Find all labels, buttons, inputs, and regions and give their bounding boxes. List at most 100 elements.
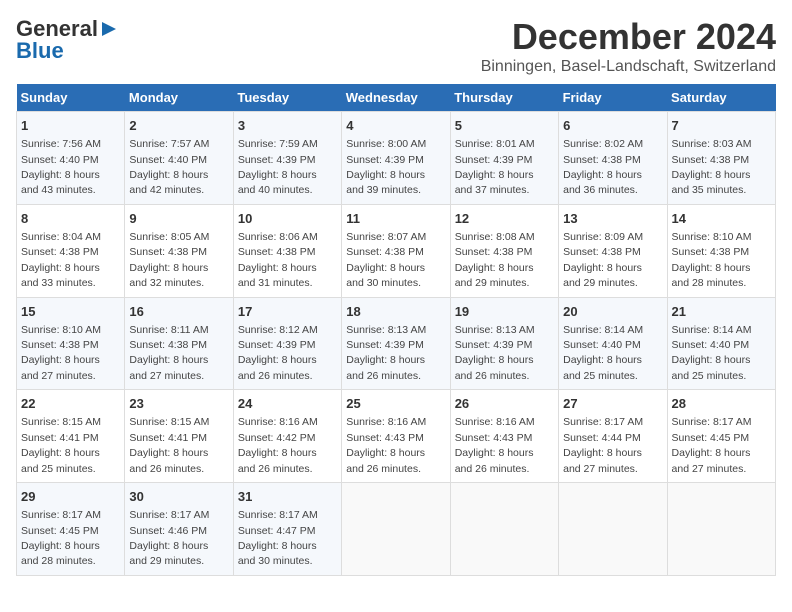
day-number: 26 — [455, 395, 554, 413]
page-title: December 2024 — [481, 16, 776, 58]
day-number: 27 — [563, 395, 662, 413]
day-cell: 5 Sunrise: 8:01 AMSunset: 4:39 PMDaylight… — [450, 112, 558, 205]
day-cell: 30 Sunrise: 8:17 AMSunset: 4:46 PMDayligh… — [125, 483, 233, 576]
day-cell — [342, 483, 450, 576]
day-info: Sunrise: 8:09 AMSunset: 4:38 PMDaylight:… — [563, 231, 643, 289]
logo-icon — [100, 20, 118, 38]
logo: General Blue — [16, 16, 118, 64]
day-number: 9 — [129, 210, 228, 228]
day-number: 29 — [21, 488, 120, 506]
day-cell: 26 Sunrise: 8:16 AMSunset: 4:43 PMDayligh… — [450, 390, 558, 483]
day-cell: 31 Sunrise: 8:17 AMSunset: 4:47 PMDayligh… — [233, 483, 341, 576]
day-number: 1 — [21, 117, 120, 135]
day-cell: 27 Sunrise: 8:17 AMSunset: 4:44 PMDayligh… — [559, 390, 667, 483]
day-number: 19 — [455, 303, 554, 321]
day-info: Sunrise: 8:16 AMSunset: 4:42 PMDaylight:… — [238, 416, 318, 474]
day-info: Sunrise: 8:00 AMSunset: 4:39 PMDaylight:… — [346, 138, 426, 196]
week-row-1: 1Sunrise: 7:56 AMSunset: 4:40 PMDaylight… — [17, 112, 776, 205]
day-info: Sunrise: 8:17 AMSunset: 4:45 PMDaylight:… — [672, 416, 752, 474]
day-info: Sunrise: 8:07 AMSunset: 4:38 PMDaylight:… — [346, 231, 426, 289]
day-cell — [450, 483, 558, 576]
day-cell: 14 Sunrise: 8:10 AMSunset: 4:38 PMDayligh… — [667, 204, 775, 297]
day-info: Sunrise: 8:12 AMSunset: 4:39 PMDaylight:… — [238, 324, 318, 382]
day-info: Sunrise: 8:15 AMSunset: 4:41 PMDaylight:… — [21, 416, 101, 474]
day-info: Sunrise: 8:04 AMSunset: 4:38 PMDaylight:… — [21, 231, 101, 289]
day-number: 23 — [129, 395, 228, 413]
day-cell: 1Sunrise: 7:56 AMSunset: 4:40 PMDaylight… — [17, 112, 125, 205]
page-subtitle: Binningen, Basel-Landschaft, Switzerland — [481, 58, 776, 76]
column-header-saturday: Saturday — [667, 84, 775, 112]
day-cell: 17 Sunrise: 8:12 AMSunset: 4:39 PMDayligh… — [233, 297, 341, 390]
day-number: 21 — [672, 303, 771, 321]
day-number: 15 — [21, 303, 120, 321]
day-number: 16 — [129, 303, 228, 321]
day-cell: 8 Sunrise: 8:04 AMSunset: 4:38 PMDaylight… — [17, 204, 125, 297]
day-number: 12 — [455, 210, 554, 228]
day-number: 8 — [21, 210, 120, 228]
day-info: Sunrise: 8:17 AMSunset: 4:47 PMDaylight:… — [238, 509, 318, 567]
day-info: Sunrise: 8:17 AMSunset: 4:46 PMDaylight:… — [129, 509, 209, 567]
column-header-thursday: Thursday — [450, 84, 558, 112]
day-cell: 13Sunrise: 8:09 AMSunset: 4:38 PMDayligh… — [559, 204, 667, 297]
day-cell: 15 Sunrise: 8:10 AMSunset: 4:38 PMDayligh… — [17, 297, 125, 390]
day-number: 18 — [346, 303, 445, 321]
day-info: Sunrise: 8:16 AMSunset: 4:43 PMDaylight:… — [455, 416, 535, 474]
day-cell: 23 Sunrise: 8:15 AMSunset: 4:41 PMDayligh… — [125, 390, 233, 483]
page-header: General Blue December 2024 Binningen, Ba… — [16, 16, 776, 76]
day-cell: 4 Sunrise: 8:00 AMSunset: 4:39 PMDaylight… — [342, 112, 450, 205]
day-number: 20 — [563, 303, 662, 321]
day-info: Sunrise: 8:17 AMSunset: 4:45 PMDaylight:… — [21, 509, 101, 567]
day-info: Sunrise: 8:10 AMSunset: 4:38 PMDaylight:… — [672, 231, 752, 289]
day-info: Sunrise: 8:14 AMSunset: 4:40 PMDaylight:… — [563, 324, 643, 382]
day-cell: 9 Sunrise: 8:05 AMSunset: 4:38 PMDaylight… — [125, 204, 233, 297]
column-header-friday: Friday — [559, 84, 667, 112]
day-cell: 3Sunrise: 7:59 AMSunset: 4:39 PMDaylight… — [233, 112, 341, 205]
day-cell: 2Sunrise: 7:57 AMSunset: 4:40 PMDaylight… — [125, 112, 233, 205]
day-info: Sunrise: 8:13 AMSunset: 4:39 PMDaylight:… — [346, 324, 426, 382]
day-number: 25 — [346, 395, 445, 413]
week-row-2: 8 Sunrise: 8:04 AMSunset: 4:38 PMDaylight… — [17, 204, 776, 297]
day-number: 30 — [129, 488, 228, 506]
week-row-5: 29 Sunrise: 8:17 AMSunset: 4:45 PMDayligh… — [17, 483, 776, 576]
day-cell: 19Sunrise: 8:13 AMSunset: 4:39 PMDayligh… — [450, 297, 558, 390]
day-number: 4 — [346, 117, 445, 135]
day-cell: 18 Sunrise: 8:13 AMSunset: 4:39 PMDayligh… — [342, 297, 450, 390]
day-number: 31 — [238, 488, 337, 506]
day-info: Sunrise: 8:02 AMSunset: 4:38 PMDaylight:… — [563, 138, 643, 196]
day-number: 22 — [21, 395, 120, 413]
day-number: 5 — [455, 117, 554, 135]
day-info: Sunrise: 8:17 AMSunset: 4:44 PMDaylight:… — [563, 416, 643, 474]
day-number: 24 — [238, 395, 337, 413]
calendar-table: SundayMondayTuesdayWednesdayThursdayFrid… — [16, 84, 776, 576]
day-cell: 6Sunrise: 8:02 AMSunset: 4:38 PMDaylight… — [559, 112, 667, 205]
day-number: 28 — [672, 395, 771, 413]
day-number: 14 — [672, 210, 771, 228]
day-cell: 10Sunrise: 8:06 AMSunset: 4:38 PMDayligh… — [233, 204, 341, 297]
calendar-header-row: SundayMondayTuesdayWednesdayThursdayFrid… — [17, 84, 776, 112]
day-cell: 24 Sunrise: 8:16 AMSunset: 4:42 PMDayligh… — [233, 390, 341, 483]
day-info: Sunrise: 8:16 AMSunset: 4:43 PMDaylight:… — [346, 416, 426, 474]
week-row-3: 15 Sunrise: 8:10 AMSunset: 4:38 PMDayligh… — [17, 297, 776, 390]
day-info: Sunrise: 8:05 AMSunset: 4:38 PMDaylight:… — [129, 231, 209, 289]
day-number: 17 — [238, 303, 337, 321]
day-cell: 12Sunrise: 8:08 AMSunset: 4:38 PMDayligh… — [450, 204, 558, 297]
column-header-wednesday: Wednesday — [342, 84, 450, 112]
day-info: Sunrise: 8:11 AMSunset: 4:38 PMDaylight:… — [129, 324, 208, 382]
column-header-monday: Monday — [125, 84, 233, 112]
day-info: Sunrise: 8:15 AMSunset: 4:41 PMDaylight:… — [129, 416, 209, 474]
day-cell: 28 Sunrise: 8:17 AMSunset: 4:45 PMDayligh… — [667, 390, 775, 483]
day-info: Sunrise: 8:01 AMSunset: 4:39 PMDaylight:… — [455, 138, 535, 196]
column-header-sunday: Sunday — [17, 84, 125, 112]
day-cell: 7Sunrise: 8:03 AMSunset: 4:38 PMDaylight… — [667, 112, 775, 205]
day-cell: 25 Sunrise: 8:16 AMSunset: 4:43 PMDayligh… — [342, 390, 450, 483]
day-cell — [559, 483, 667, 576]
column-header-tuesday: Tuesday — [233, 84, 341, 112]
calendar-body: 1Sunrise: 7:56 AMSunset: 4:40 PMDaylight… — [17, 112, 776, 576]
title-block: December 2024 Binningen, Basel-Landschaf… — [481, 16, 776, 76]
day-number: 3 — [238, 117, 337, 135]
day-info: Sunrise: 8:03 AMSunset: 4:38 PMDaylight:… — [672, 138, 752, 196]
day-info: Sunrise: 8:10 AMSunset: 4:38 PMDaylight:… — [21, 324, 101, 382]
day-number: 2 — [129, 117, 228, 135]
day-number: 10 — [238, 210, 337, 228]
day-cell — [667, 483, 775, 576]
